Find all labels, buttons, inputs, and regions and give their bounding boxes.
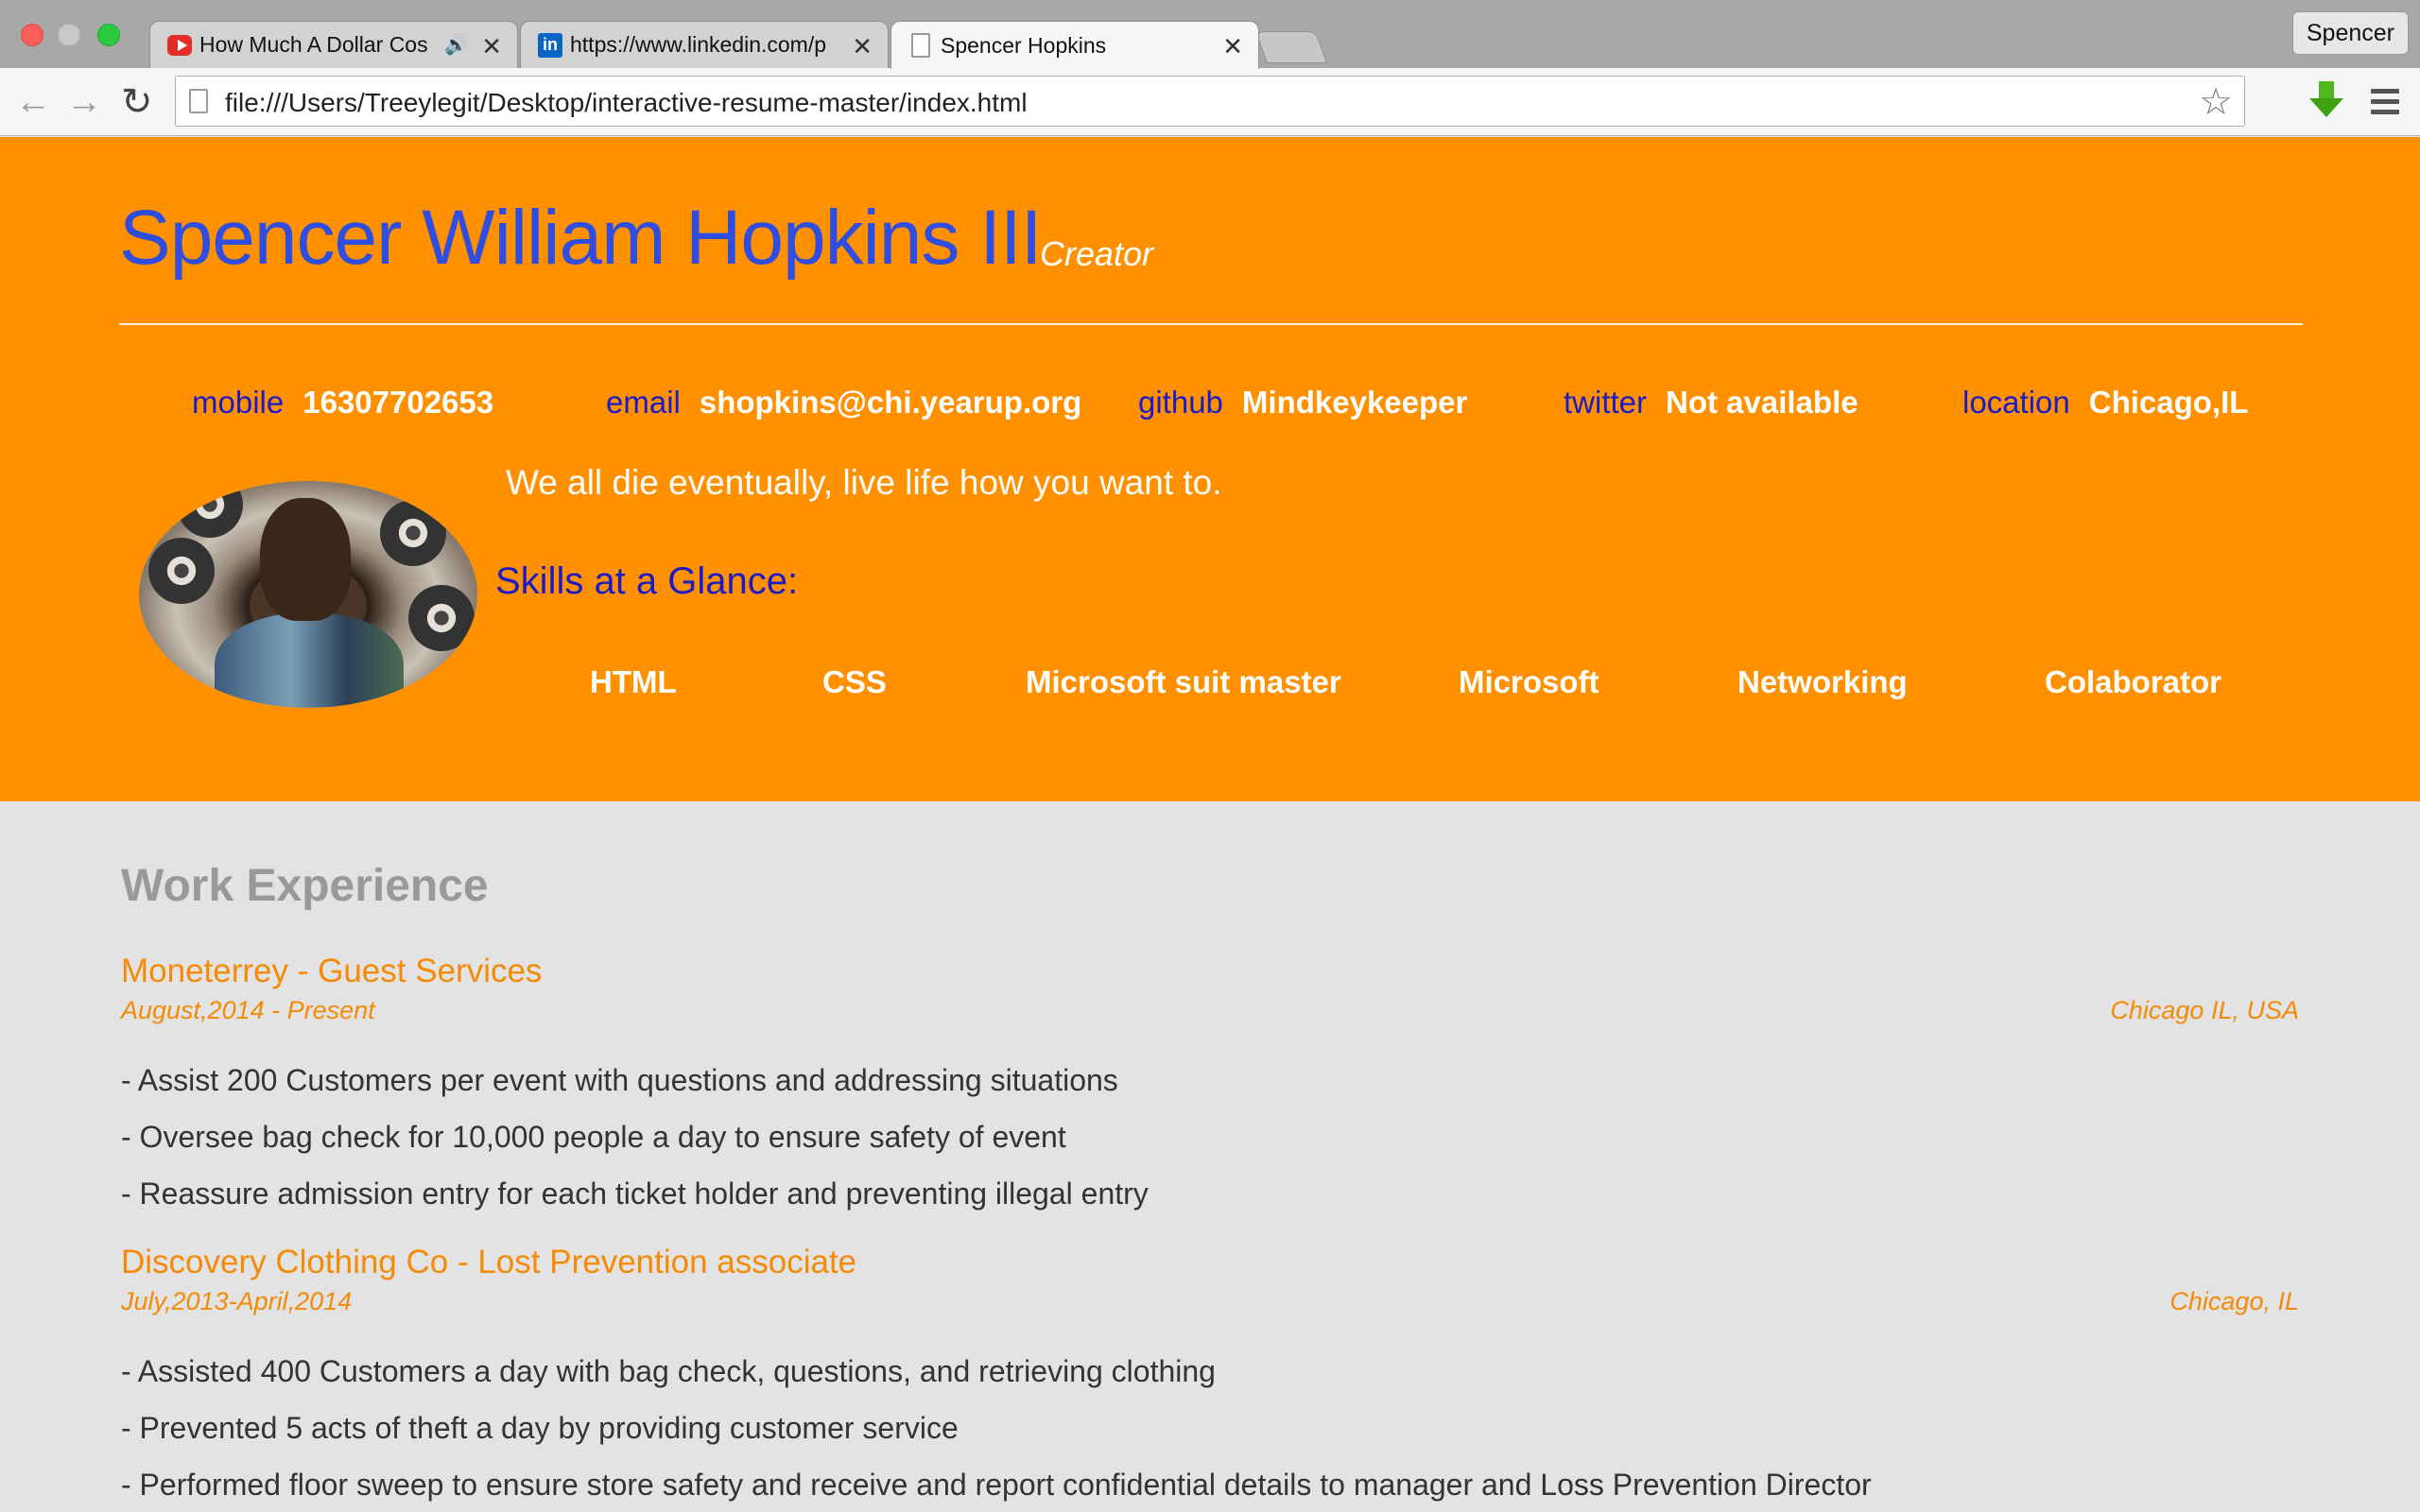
close-tab-icon[interactable]: ✕	[481, 32, 502, 61]
browser-tab-linkedin[interactable]: in https://www.linkedin.com/p ✕	[520, 21, 889, 68]
job-location: Chicago, IL	[2169, 1287, 2299, 1315]
skill-item: CSS	[822, 664, 887, 699]
contact-label: mobile	[192, 385, 285, 420]
maximize-window-button[interactable]	[97, 24, 120, 46]
job-title: Discovery Clothing Co - Lost Prevention …	[121, 1244, 857, 1280]
job-bullet: - Oversee bag check for 10,000 people a …	[121, 1120, 1066, 1154]
skill-item: HTML	[590, 664, 677, 699]
contact-label: email	[606, 385, 681, 420]
tab-title: Spencer Hopkins	[941, 32, 1107, 58]
contact-label: github	[1138, 385, 1223, 420]
contact-label: location	[1962, 385, 2070, 420]
resume-name: Spencer William Hopkins III	[119, 195, 1043, 281]
back-arrow-icon[interactable]: ←	[15, 83, 51, 121]
close-window-button[interactable]	[21, 24, 43, 46]
job-bullet: - Assisted 400 Customers a day with bag …	[121, 1354, 1216, 1388]
address-bar[interactable]: file:///Users/Treeylegit/Desktop/interac…	[175, 76, 2245, 127]
contact-location: location Chicago,IL	[1962, 385, 2248, 421]
job-title: Moneterrey - Guest Services	[121, 953, 543, 989]
contact-twitter: twitter Not available	[1564, 385, 1858, 421]
skill-item: Microsoft	[1459, 664, 1599, 699]
forward-arrow-icon[interactable]: →	[66, 83, 102, 121]
contact-github: github Mindkeykeeper	[1138, 385, 1467, 421]
job-bullet: - Assist 200 Customers per event with qu…	[121, 1063, 1118, 1097]
job-bullet: - Performed floor sweep to ensure store …	[121, 1468, 1872, 1502]
skill-item: Microsoft suit master	[1026, 664, 1341, 699]
linkedin-icon: in	[538, 32, 562, 58]
header-divider	[119, 323, 2303, 325]
resume-header: Spencer William Hopkins III Creator mobi…	[0, 137, 2420, 801]
document-icon	[908, 33, 933, 58]
motto-text: We all die eventually, live life how you…	[506, 463, 1222, 502]
minimize-window-button[interactable]	[58, 24, 80, 46]
reload-icon[interactable]: ↻	[121, 83, 153, 121]
close-tab-icon[interactable]: ✕	[1222, 32, 1243, 61]
contact-value: Chicago,IL	[2088, 385, 2249, 420]
close-tab-icon[interactable]: ✕	[852, 32, 873, 61]
contact-value: 16307702653	[302, 385, 494, 420]
job-location: Chicago IL, USA	[2110, 996, 2299, 1024]
new-tab-button[interactable]	[1254, 31, 1328, 63]
work-experience-heading: Work Experience	[121, 861, 489, 911]
browser-tab-youtube[interactable]: How Much A Dollar Cos 🔊 ✕	[149, 21, 518, 68]
job-bullet: - Prevented 5 acts of theft a day by pro…	[121, 1411, 959, 1445]
resume-role: Creator	[1040, 234, 1154, 273]
contact-value[interactable]: shopkins@chi.yearup.org	[700, 385, 1081, 420]
job-dates: July,2013-April,2014	[121, 1287, 353, 1315]
contact-label: twitter	[1564, 385, 1648, 420]
download-arrow-icon[interactable]	[2309, 81, 2343, 121]
page-icon	[189, 89, 208, 113]
skill-item: Colaborator	[2045, 664, 2222, 699]
profile-photo	[139, 481, 477, 708]
contact-email: email shopkins@chi.yearup.org	[606, 385, 1081, 421]
url-text[interactable]: file:///Users/Treeylegit/Desktop/interac…	[225, 88, 1028, 118]
job-bullet: - Reassure admission entry for each tick…	[121, 1177, 1149, 1211]
skills-heading: Skills at a Glance:	[495, 560, 799, 602]
youtube-icon	[167, 33, 192, 58]
contact-value[interactable]: Mindkeykeeper	[1242, 385, 1467, 420]
contact-mobile: mobile 16307702653	[192, 385, 493, 421]
hamburger-menu-icon[interactable]	[2371, 89, 2399, 120]
tab-title: https://www.linkedin.com/p	[570, 32, 827, 57]
browser-toolbar: ← → ↻ file:///Users/Treeylegit/Desktop/i…	[0, 68, 2420, 136]
browser-tab-resume[interactable]: Spencer Hopkins ✕	[890, 21, 1259, 69]
contact-value: Not available	[1666, 385, 1858, 420]
bookmark-star-icon[interactable]: ☆	[2199, 80, 2233, 124]
speaker-icon: 🔊	[444, 35, 468, 56]
job-dates: August,2014 - Present	[121, 996, 375, 1024]
browser-titlebar: How Much A Dollar Cos 🔊 ✕ in https://www…	[0, 0, 2420, 69]
profile-button[interactable]: Spencer	[2291, 11, 2409, 55]
tab-title: How Much A Dollar Cos	[199, 32, 428, 57]
skill-item: Networking	[1737, 664, 1908, 699]
